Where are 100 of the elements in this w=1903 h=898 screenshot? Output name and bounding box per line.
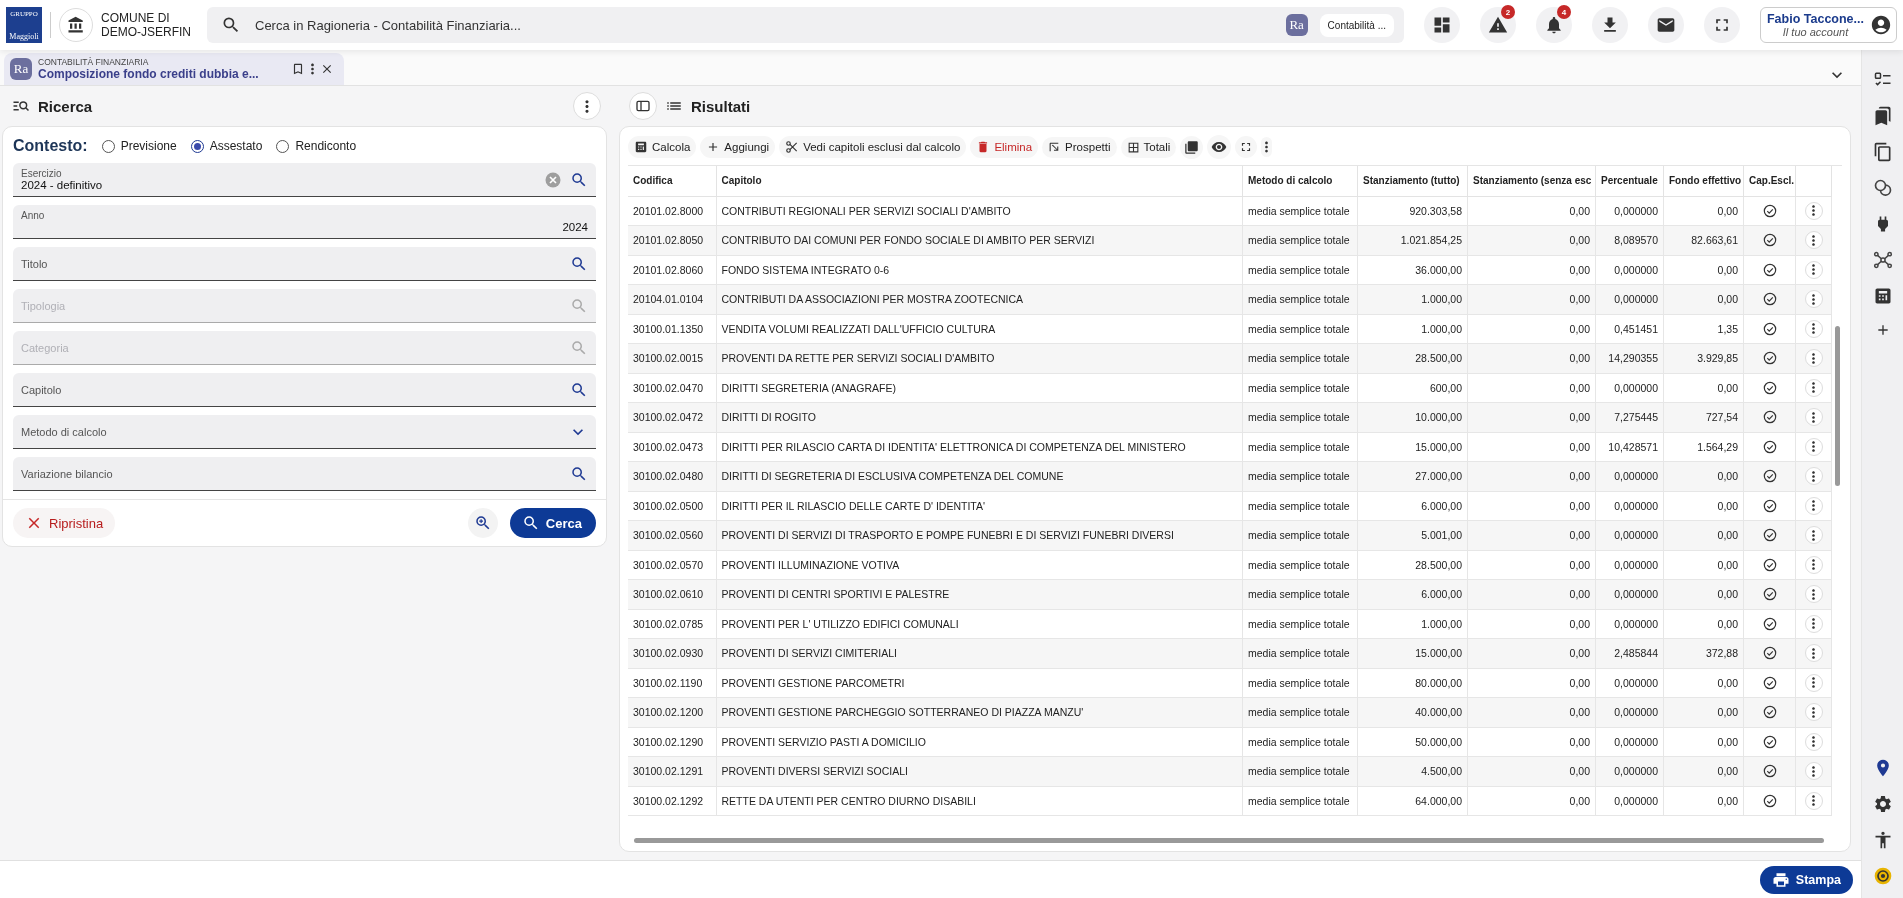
row-menu-button[interactable] (1804, 349, 1823, 368)
row-menu-button[interactable] (1804, 290, 1823, 309)
input-field[interactable]: Titolo (13, 247, 596, 281)
row-menu-button[interactable] (1804, 673, 1823, 692)
column-header[interactable]: Capitolo (716, 166, 1243, 196)
reset-button[interactable]: Ripristina (13, 508, 116, 538)
row-menu-button[interactable] (1804, 408, 1823, 427)
column-header[interactable]: Percentuale (1595, 166, 1664, 196)
column-header[interactable]: Fondo effettivo (1663, 166, 1744, 196)
row-menu-button[interactable] (1804, 555, 1823, 574)
document-tab[interactable]: Ra CONTABILITÀ FINANZIARIA Composizione fondo crediti dubbia e... (4, 53, 344, 85)
excluded-chapters-button[interactable]: Vedi capitoli esclusi dal calcolo (779, 136, 967, 158)
input-field[interactable]: Metodo di calcolo (13, 415, 596, 449)
search-icon[interactable] (570, 464, 588, 483)
search-field[interactable]: Cerca in Ragioneria - Contabilità Finanziaria... Ra Contabilità ... (207, 7, 1404, 43)
totals-button[interactable]: Totali (1120, 136, 1177, 158)
row-menu-button[interactable] (1804, 703, 1823, 722)
clear-icon[interactable] (544, 170, 562, 189)
reports-button[interactable]: Prospetti (1042, 136, 1117, 158)
fullscreen-button[interactable] (1704, 7, 1740, 43)
table-cell: 0,000000 (1595, 668, 1664, 698)
row-menu-button[interactable] (1804, 437, 1823, 456)
row-menu-button[interactable] (1804, 467, 1823, 486)
row-menu-button[interactable] (1804, 791, 1823, 810)
row-menu-button[interactable] (1804, 260, 1823, 279)
view-button[interactable] (1207, 135, 1232, 159)
more-icon (1812, 765, 1815, 777)
table-cell: 0,000000 (1595, 550, 1664, 580)
more-icon (1812, 441, 1815, 453)
bell-button[interactable]: 4 (1536, 7, 1572, 43)
row-menu-button[interactable] (1804, 614, 1823, 633)
row-menu-button[interactable] (1804, 496, 1823, 515)
settings-icon[interactable] (1872, 794, 1893, 814)
row-menu-button[interactable] (1804, 644, 1823, 663)
calculate-button[interactable]: Calcola (628, 136, 697, 158)
panel-title: Ricerca (38, 97, 94, 115)
search-icon[interactable] (570, 380, 588, 399)
horizontal-scrollbar[interactable] (634, 837, 1824, 843)
help-icon[interactable] (1872, 866, 1893, 886)
warning-button[interactable]: 2 (1480, 7, 1516, 43)
table-cell: 0,00 (1467, 727, 1596, 757)
row-menu-button[interactable] (1804, 585, 1823, 604)
table-cell: media semplice totale (1242, 756, 1358, 786)
add-button[interactable]: Aggiungi (700, 136, 776, 158)
column-header[interactable]: Stanziamento (tutto) (1357, 166, 1468, 196)
more-icon[interactable] (311, 63, 314, 75)
table-cell: media semplice totale (1242, 697, 1358, 727)
table-cell: media semplice totale (1242, 314, 1358, 344)
vertical-scrollbar[interactable] (1834, 326, 1840, 486)
table-cell: 64.000,00 (1357, 786, 1468, 816)
table-cell: 6.000,00 (1357, 579, 1468, 609)
radio-option[interactable]: Rendiconto (276, 139, 357, 153)
table-cell: 600,00 (1357, 373, 1468, 403)
input-field[interactable]: Capitolo (13, 373, 596, 407)
input-field[interactable]: Esercizio 2024 - definitivo (13, 163, 596, 197)
radio-option[interactable]: Previsione (101, 139, 177, 153)
institution-button[interactable] (59, 8, 93, 42)
search-button[interactable]: Cerca (509, 508, 596, 538)
column-header[interactable]: Metodo di calcolo (1242, 166, 1358, 196)
table-cell: 80.000,00 (1357, 668, 1468, 698)
input-field[interactable]: Anno 2024 (13, 205, 596, 239)
row-menu-button[interactable] (1804, 231, 1823, 250)
module-chip[interactable]: Contabilità ... (1319, 13, 1394, 37)
column-header[interactable]: Stanziamento (senza esc (1467, 166, 1596, 196)
table-cell: 0,00 (1663, 609, 1744, 639)
table-cell: 1.000,00 (1357, 284, 1468, 314)
search-icon[interactable] (570, 170, 588, 189)
radio-option[interactable]: Assestato (190, 139, 263, 153)
account-button[interactable]: Fabio Taccone... Il tuo account (1760, 7, 1897, 43)
table-cell: 0,00 (1467, 756, 1596, 786)
table-cell: 0,00 (1663, 697, 1744, 727)
close-icon[interactable] (320, 62, 334, 76)
check-circle-icon (1761, 792, 1778, 809)
row-menu-button[interactable] (1804, 201, 1823, 220)
input-field[interactable]: Variazione bilancio (13, 457, 596, 491)
more-icon (1812, 234, 1815, 246)
download-button[interactable] (1592, 7, 1628, 43)
search-icon[interactable] (570, 254, 588, 273)
bookmark-icon[interactable] (291, 62, 305, 76)
row-menu-button[interactable] (1804, 526, 1823, 545)
row-menu-button[interactable] (1804, 762, 1823, 781)
network-icon[interactable] (1872, 250, 1893, 270)
column-header[interactable]: Codifica (628, 166, 716, 196)
more-button[interactable] (1261, 137, 1273, 157)
row-menu-button[interactable] (1804, 319, 1823, 338)
mail-button[interactable] (1648, 7, 1684, 43)
copy-button[interactable] (1180, 135, 1204, 159)
row-menu-button[interactable] (1804, 378, 1823, 397)
fullscreen-button[interactable] (1235, 136, 1258, 158)
search-icon (570, 338, 588, 357)
dashboard-button[interactable] (1424, 7, 1460, 43)
clipboard-icon[interactable] (1872, 142, 1893, 162)
delete-button[interactable]: Elimina (970, 136, 1039, 158)
table-cell: 1.000,00 (1357, 314, 1468, 344)
column-header[interactable]: Cap.Escl. (1743, 166, 1796, 196)
row-menu-button[interactable] (1804, 732, 1823, 751)
coins-icon[interactable] (1872, 178, 1893, 198)
print-button[interactable]: Stampa (1759, 865, 1853, 894)
zoom-button[interactable] (467, 508, 498, 538)
panel-toggle-button[interactable] (629, 92, 657, 120)
